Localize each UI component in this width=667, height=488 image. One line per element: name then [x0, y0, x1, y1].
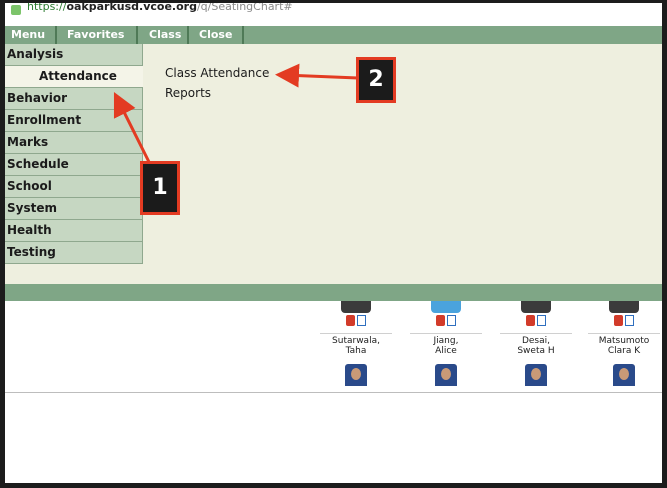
callout-badge-2: 2	[356, 57, 396, 103]
callout-arrow-1	[113, 91, 152, 165]
callout-arrow-2	[275, 63, 359, 88]
callout-badge-1: 1	[140, 161, 180, 215]
annotation-arrows	[113, 63, 359, 165]
